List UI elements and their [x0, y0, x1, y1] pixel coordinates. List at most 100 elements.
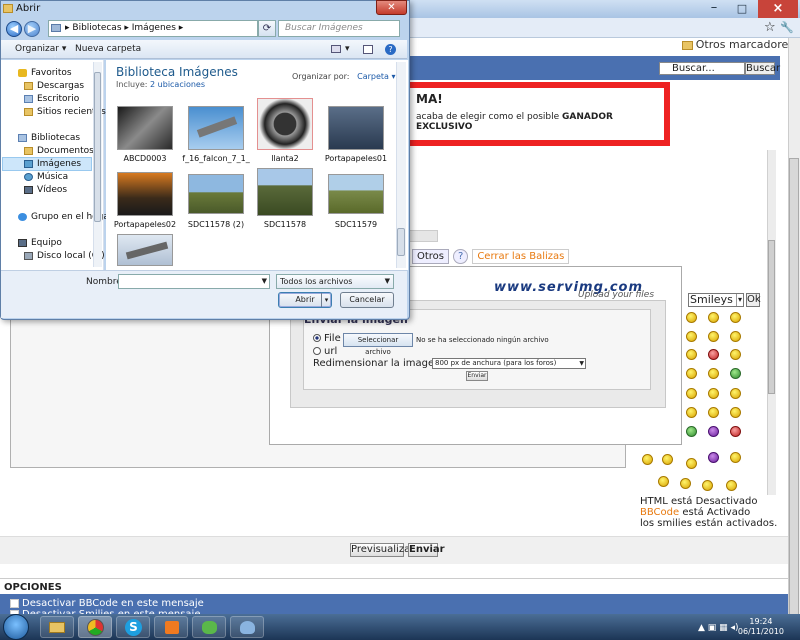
- file-thumbnail[interactable]: [328, 174, 384, 214]
- smiley-icon[interactable]: [642, 454, 653, 465]
- preview-pane-icon[interactable]: [363, 45, 373, 54]
- smiley-scrollbar-thumb[interactable]: [768, 240, 775, 394]
- smiley-icon[interactable]: [708, 349, 719, 360]
- smiley-icon[interactable]: [708, 331, 719, 342]
- file-name[interactable]: f_16_falcon_7_1_: [181, 154, 251, 163]
- file-radio[interactable]: [313, 334, 321, 342]
- smiley-icon[interactable]: [730, 331, 741, 342]
- smileys-select[interactable]: Smileys ▾: [688, 293, 744, 307]
- send-button[interactable]: Enviar: [408, 543, 445, 557]
- nav-downloads[interactable]: Descargas: [24, 81, 84, 91]
- file-thumbnail[interactable]: [328, 106, 384, 150]
- page-scrollbar-thumb[interactable]: [789, 158, 799, 628]
- nav-videos[interactable]: Vídeos: [24, 185, 67, 195]
- nav-computer[interactable]: Equipo: [18, 238, 62, 248]
- file-thumbnail[interactable]: [117, 106, 173, 150]
- forward-button[interactable]: ▶: [24, 21, 40, 37]
- taskbar-explorer[interactable]: [40, 616, 74, 638]
- taskbar-media[interactable]: [154, 616, 188, 638]
- file-thumbnail[interactable]: [188, 174, 244, 214]
- forum-search-button[interactable]: Buscar: [745, 62, 780, 75]
- nav-libraries[interactable]: Bibliotecas: [18, 133, 80, 143]
- nav-scrollbar-thumb[interactable]: [94, 72, 101, 222]
- minimize-button[interactable]: –: [700, 0, 728, 18]
- file-thumbnail[interactable]: [188, 106, 244, 150]
- maximize-button[interactable]: □: [728, 0, 756, 18]
- smiley-icon[interactable]: [730, 452, 741, 463]
- file-thumbnail[interactable]: [117, 172, 173, 216]
- view-icon[interactable]: [331, 45, 341, 53]
- file-radio-row[interactable]: File: [313, 333, 341, 344]
- smiley-icon[interactable]: [686, 349, 697, 360]
- smiley-icon[interactable]: [708, 407, 719, 418]
- smiley-icon[interactable]: [730, 426, 741, 437]
- select-file-button[interactable]: Seleccionar archivo: [343, 333, 413, 356]
- dialog-search-input[interactable]: Buscar Imágenes: [278, 20, 400, 37]
- url-radio[interactable]: [313, 347, 321, 355]
- smiley-icon[interactable]: [726, 480, 737, 491]
- file-thumbnail[interactable]: [117, 234, 173, 266]
- nav-documents[interactable]: Documentos: [24, 146, 94, 156]
- preview-button[interactable]: Previsualizar: [350, 543, 414, 557]
- new-folder-button[interactable]: Nueva carpeta: [75, 40, 141, 59]
- smiley-icon[interactable]: [708, 312, 719, 323]
- smiley-icon[interactable]: [658, 476, 669, 487]
- locations-link[interactable]: 2 ubicaciones: [150, 80, 205, 89]
- dialog-close-button[interactable]: ✕: [376, 0, 407, 15]
- bbcode-link[interactable]: BBCode: [640, 507, 679, 518]
- arrange-by[interactable]: Organizar por: Carpeta ▾: [292, 72, 396, 81]
- smileys-ok-button[interactable]: Ok: [746, 293, 761, 307]
- breadcrumb-imagenes[interactable]: Imágenes: [132, 23, 176, 33]
- smiley-icon[interactable]: [686, 458, 697, 469]
- close-button[interactable]: ×: [758, 0, 798, 18]
- refresh-button[interactable]: ⟳: [258, 20, 276, 37]
- file-thumbnail[interactable]: [257, 98, 313, 150]
- open-button[interactable]: Abrir ▾: [278, 292, 332, 308]
- smiley-icon[interactable]: [708, 452, 719, 463]
- smiley-icon[interactable]: [708, 388, 719, 399]
- nav-images[interactable]: Imágenes: [24, 159, 81, 169]
- breadcrumb-bibliotecas[interactable]: Bibliotecas: [72, 23, 121, 33]
- smiley-icon[interactable]: [730, 368, 741, 379]
- breadcrumb[interactable]: ▸ Bibliotecas ▸ Imágenes ▸: [48, 20, 258, 37]
- start-button[interactable]: [3, 614, 29, 640]
- file-name[interactable]: Portapapeles01: [321, 154, 391, 163]
- smiley-icon[interactable]: [686, 426, 697, 437]
- help-icon[interactable]: ?: [385, 44, 396, 55]
- bookmarks-folder[interactable]: Otros marcadores: [681, 38, 794, 51]
- filename-input[interactable]: ▼: [118, 274, 270, 289]
- smiley-icon[interactable]: [730, 407, 741, 418]
- tab-cerrar-balizas[interactable]: Cerrar las Balizas: [472, 249, 570, 264]
- file-name[interactable]: llanta2: [250, 154, 320, 163]
- dropdown-arrow-icon[interactable]: ▾: [321, 293, 331, 307]
- taskbar-paint[interactable]: [230, 616, 264, 638]
- smiley-icon[interactable]: [702, 480, 713, 491]
- smiley-icon[interactable]: [730, 312, 741, 323]
- organize-menu[interactable]: Organizar ▾: [15, 40, 66, 59]
- arrange-by-value[interactable]: Carpeta: [357, 72, 389, 81]
- taskbar-skype[interactable]: S: [116, 616, 150, 638]
- file-name[interactable]: SDC11578 (2): [181, 220, 251, 229]
- smiley-icon[interactable]: [730, 349, 741, 360]
- back-button[interactable]: ◀: [6, 21, 22, 37]
- nav-desktop[interactable]: Escritorio: [24, 94, 79, 104]
- checkbox[interactable]: [10, 598, 19, 608]
- system-clock[interactable]: 19:24 06/11/2010: [738, 617, 784, 637]
- smiley-icon[interactable]: [680, 478, 691, 489]
- taskbar-chrome[interactable]: [78, 616, 112, 638]
- tray-icons[interactable]: ▲ ▣ ▦ ◂): [698, 623, 739, 633]
- upload-send-button[interactable]: Enviar: [466, 371, 488, 381]
- file-thumbnail[interactable]: [257, 168, 313, 216]
- cancel-button[interactable]: Cancelar: [340, 292, 394, 308]
- smiley-icon[interactable]: [662, 454, 673, 465]
- file-type-select[interactable]: Todos los archivos ▼: [276, 274, 394, 289]
- url-radio-row[interactable]: url: [313, 346, 337, 357]
- file-name[interactable]: SDC11579: [321, 220, 391, 229]
- view-dropdown-icon[interactable]: ▾: [345, 40, 350, 59]
- file-list-scrollbar-thumb[interactable]: [397, 228, 405, 256]
- dropdown-arrow-icon[interactable]: ▼: [262, 275, 267, 288]
- resize-select[interactable]: 800 px de anchura (para los foros) ▼: [432, 358, 586, 369]
- bookmark-star-icon[interactable]: ☆: [764, 20, 776, 35]
- smiley-icon[interactable]: [686, 388, 697, 399]
- nav-music[interactable]: Música: [24, 172, 68, 182]
